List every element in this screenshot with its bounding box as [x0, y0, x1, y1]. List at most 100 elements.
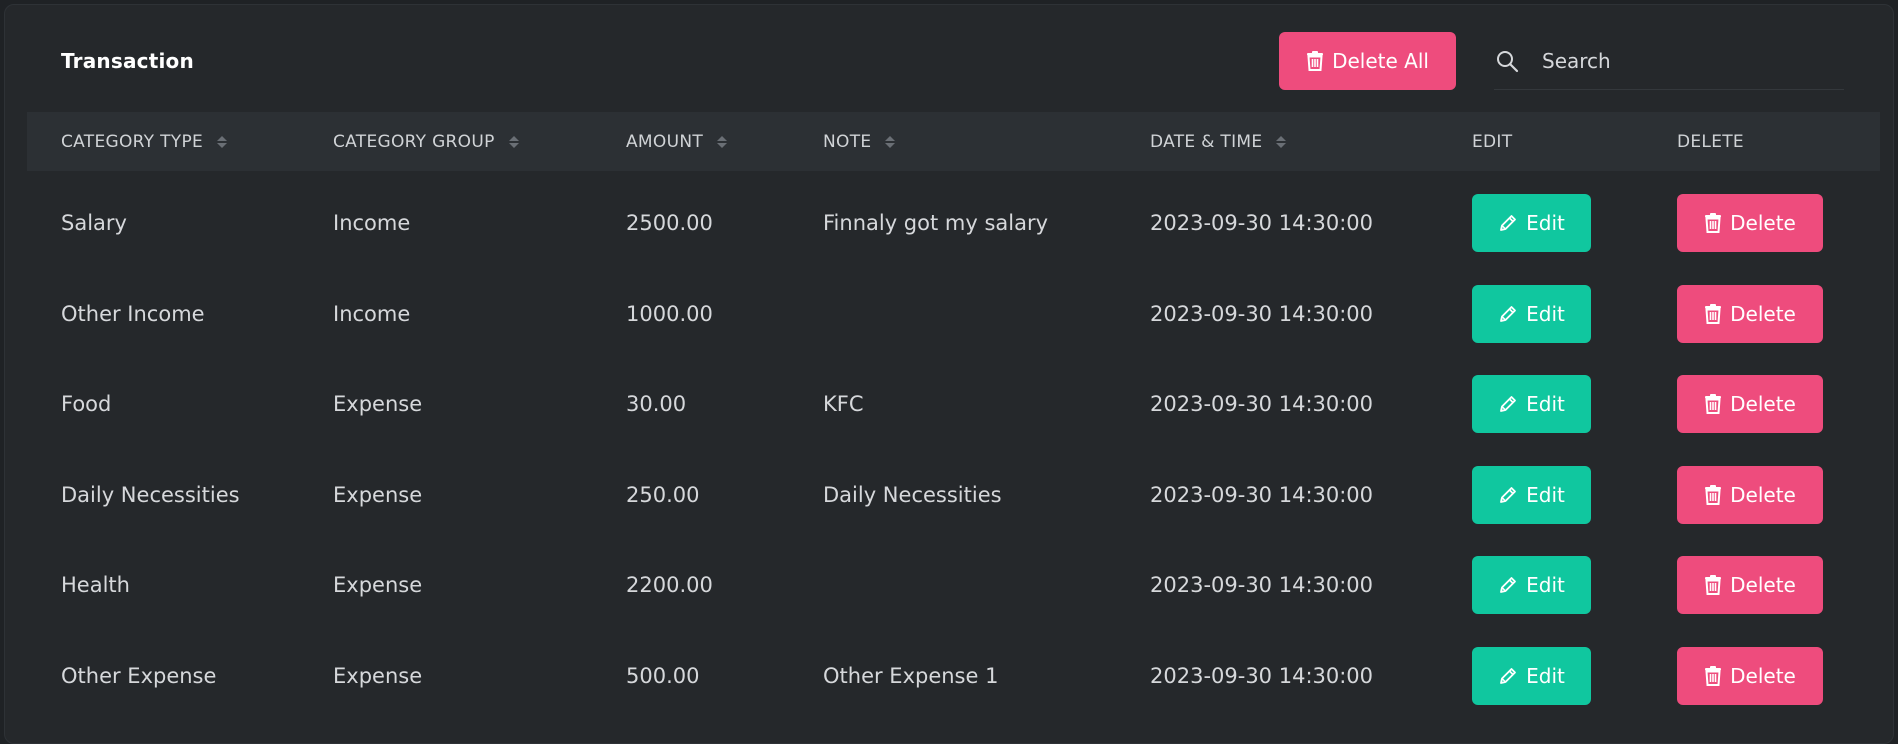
edit-button-label: Edit [1526, 664, 1565, 688]
column-header-label: NOTE [823, 131, 872, 152]
amount-cell: 2500.00 [626, 211, 713, 235]
datetime-cell: 2023-09-30 14:30:00 [1150, 301, 1374, 326]
note-cell: Daily Necessities [823, 482, 1002, 507]
note-cell: Finnaly got my salary [823, 211, 1049, 235]
delete-button[interactable]: Delete [1677, 194, 1823, 252]
trash-icon [1704, 484, 1722, 505]
delete-button[interactable]: Delete [1677, 556, 1823, 615]
category-group-cell: Expense [333, 392, 423, 417]
delete-button[interactable]: Delete [1677, 465, 1823, 524]
edit-cell: Edit [1472, 540, 1591, 630]
datetime-cell: 2023-09-30 14:30:00 [1150, 211, 1374, 235]
sort-icon[interactable] [217, 135, 228, 148]
category-type-cell: Food [61, 392, 112, 417]
delete-button[interactable]: Delete [1677, 375, 1823, 434]
column-header-label: DATE & TIME [1150, 131, 1263, 152]
delete-all-label: Delete All [1332, 49, 1429, 73]
datetime-cell: 2023-09-30 14:30:00 [1150, 482, 1374, 507]
column-header-label: DELETE [1677, 131, 1744, 152]
sort-icon[interactable] [508, 135, 519, 148]
delete-button[interactable]: Delete [1677, 284, 1823, 343]
edit-button[interactable]: Edit [1472, 284, 1591, 343]
column-header-label: CATEGORY TYPE [61, 131, 204, 152]
edit-button[interactable]: Edit [1472, 194, 1591, 252]
pencil-icon [1498, 304, 1518, 324]
edit-button-label: Edit [1526, 211, 1565, 235]
edit-button-label: Edit [1526, 392, 1565, 417]
search-icon [1494, 48, 1520, 74]
delete-button[interactable]: Delete [1677, 647, 1823, 705]
delete-button-label: Delete [1730, 482, 1796, 507]
edit-button-label: Edit [1526, 301, 1565, 326]
pencil-icon [1498, 213, 1518, 233]
sort-icon[interactable] [885, 135, 896, 148]
trash-icon [1704, 303, 1722, 324]
trash-icon [1306, 51, 1324, 71]
column-header-label: AMOUNT [626, 131, 704, 152]
column-header[interactable]: NOTE [823, 112, 896, 171]
category-type-cell: Salary [61, 211, 127, 235]
delete-button-label: Delete [1730, 211, 1796, 235]
amount-cell: 1000.00 [626, 301, 713, 326]
category-type-cell: Daily Necessities [61, 482, 240, 507]
trash-icon [1704, 575, 1722, 596]
column-header: DELETE [1677, 112, 1744, 171]
category-group-cell: Expense [333, 482, 423, 507]
delete-cell: Delete [1677, 269, 1823, 359]
delete-all-button[interactable]: Delete All [1279, 32, 1456, 90]
edit-button[interactable]: Edit [1472, 647, 1591, 705]
note-cell: Other Expense 1 [823, 664, 999, 688]
datetime-cell: 2023-09-30 14:30:00 [1150, 573, 1374, 598]
table-row: Daily Necessities Expense 250.00 Daily Nece… [27, 450, 1880, 540]
pencil-icon [1498, 485, 1518, 505]
edit-button[interactable]: Edit [1472, 465, 1591, 524]
edit-button-label: Edit [1526, 573, 1565, 598]
trash-icon [1704, 394, 1722, 415]
delete-button-label: Delete [1730, 664, 1796, 688]
delete-cell: Delete [1677, 540, 1823, 630]
pencil-icon [1498, 666, 1518, 686]
delete-cell: Delete [1677, 178, 1823, 268]
amount-cell: 500.00 [626, 664, 700, 688]
edit-cell: Edit [1472, 359, 1591, 449]
delete-button-label: Delete [1730, 392, 1796, 417]
edit-button[interactable]: Edit [1472, 375, 1591, 434]
column-header-label: CATEGORY GROUP [333, 131, 495, 152]
category-group-cell: Expense [333, 664, 423, 688]
sort-icon[interactable] [1276, 135, 1287, 148]
column-header[interactable]: CATEGORY GROUP [333, 112, 519, 171]
edit-button-label: Edit [1526, 482, 1565, 507]
edit-cell: Edit [1472, 178, 1591, 268]
column-header[interactable]: AMOUNT [626, 112, 728, 171]
table-row: Health Expense 2200.00 2023-09-30 14:30:00 E… [27, 540, 1880, 630]
column-header-label: EDIT [1472, 131, 1513, 152]
note-cell: KFC [823, 392, 864, 417]
delete-button-label: Delete [1730, 573, 1796, 598]
column-header[interactable]: CATEGORY TYPE [61, 112, 228, 171]
trash-icon [1704, 666, 1722, 686]
edit-button[interactable]: Edit [1472, 556, 1591, 615]
delete-cell: Delete [1677, 631, 1823, 721]
table-header: CATEGORY TYPE CATEGORY GROUP AMOUNT NOTE DAT… [27, 112, 1880, 171]
datetime-cell: 2023-09-30 14:30:00 [1150, 392, 1374, 417]
edit-cell: Edit [1472, 269, 1591, 359]
delete-button-label: Delete [1730, 301, 1796, 326]
column-header: EDIT [1472, 112, 1512, 171]
datetime-cell: 2023-09-30 14:30:00 [1150, 664, 1374, 688]
search-bar [1494, 32, 1844, 90]
delete-cell: Delete [1677, 450, 1823, 540]
delete-cell: Delete [1677, 359, 1823, 449]
pencil-icon [1498, 394, 1518, 414]
amount-cell: 30.00 [626, 392, 687, 417]
search-input[interactable] [1540, 47, 1820, 74]
column-header[interactable]: DATE & TIME [1150, 112, 1287, 171]
table-row: Other Expense Expense 500.00 Other Expense … [27, 631, 1880, 721]
table-row: Other Income Income 1000.00 2023-09-30 14:3… [27, 269, 1880, 359]
category-type-cell: Health [61, 573, 130, 598]
category-group-cell: Income [333, 301, 411, 326]
table-row: Food Expense 30.00 KFC 2023-09-30 14:30:00 Ed… [27, 359, 1880, 449]
edit-cell: Edit [1472, 450, 1591, 540]
category-group-cell: Income [333, 211, 411, 235]
sort-icon[interactable] [717, 135, 728, 148]
category-type-cell: Other Income [61, 301, 205, 326]
